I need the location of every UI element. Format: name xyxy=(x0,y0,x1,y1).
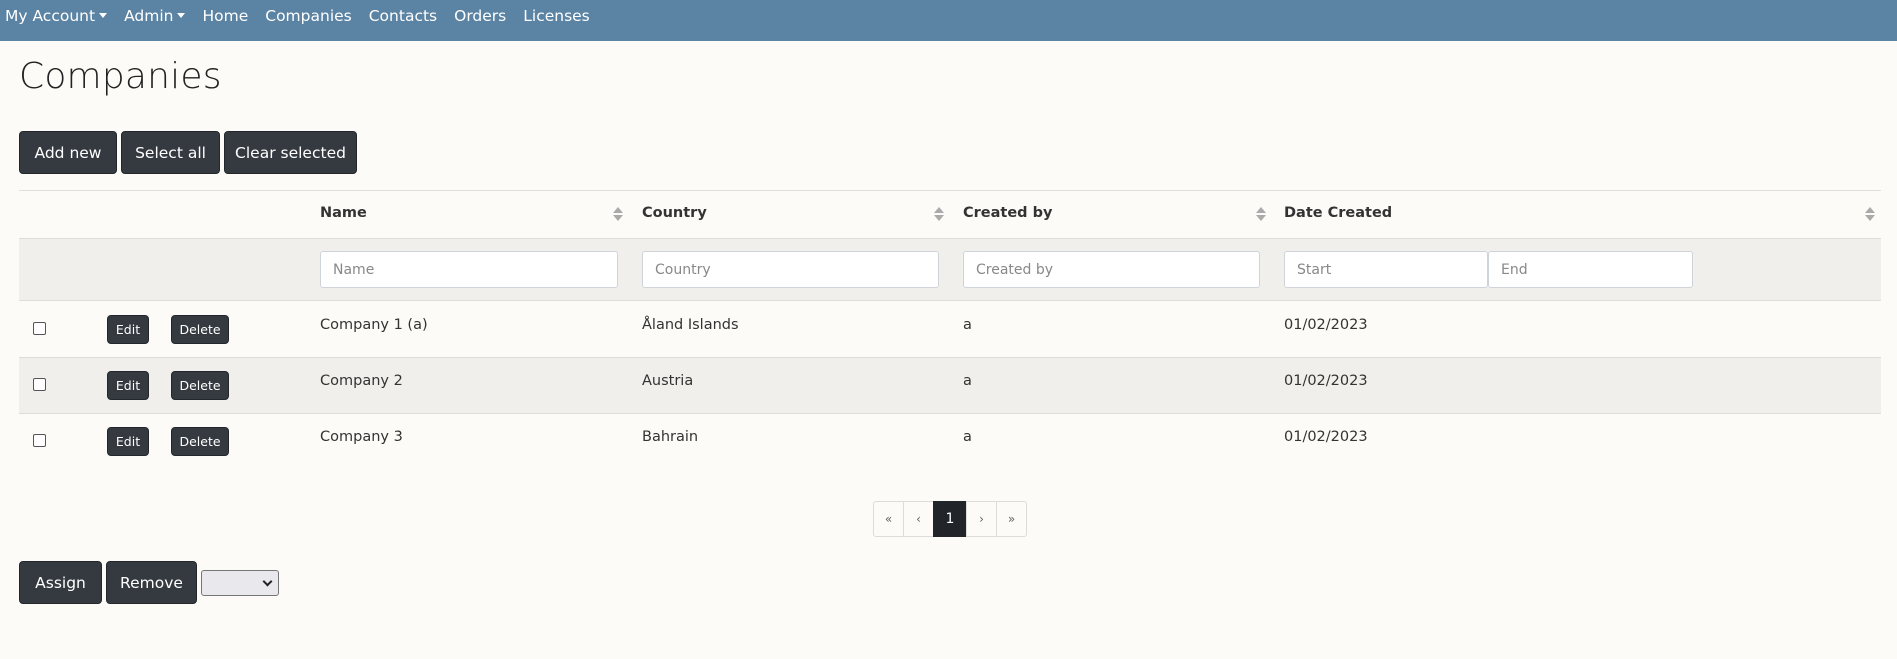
assign-button[interactable]: Assign xyxy=(19,561,102,604)
row-checkbox[interactable] xyxy=(33,378,46,391)
table-row: Edit Delete Company 2 Austria a 01/02/20… xyxy=(19,358,1881,414)
country-filter-input[interactable] xyxy=(642,251,939,288)
nav-companies[interactable]: Companies xyxy=(265,7,351,25)
table-row: Edit Delete Company 3 Bahrain a 01/02/20… xyxy=(19,414,1881,470)
clear-selected-button[interactable]: Clear selected xyxy=(224,131,357,174)
edit-button[interactable]: Edit xyxy=(107,427,149,456)
delete-button[interactable]: Delete xyxy=(171,427,229,456)
row-checkbox[interactable] xyxy=(33,434,46,447)
nav-my-account[interactable]: My Account xyxy=(5,7,108,25)
chevron-down-icon xyxy=(262,576,273,586)
add-new-button[interactable]: Add new xyxy=(19,131,117,174)
page-1-button[interactable]: 1 xyxy=(933,501,967,537)
column-header-name[interactable]: Name xyxy=(320,205,367,221)
nav-home[interactable]: Home xyxy=(202,7,248,25)
sort-icon[interactable] xyxy=(1865,207,1875,223)
nav-orders[interactable]: Orders xyxy=(454,7,506,25)
sort-icon[interactable] xyxy=(613,207,623,223)
cell-name: Company 3 xyxy=(320,429,403,445)
remove-button[interactable]: Remove xyxy=(106,561,197,604)
prev-page-button[interactable]: ‹ xyxy=(903,501,934,537)
cell-created-by: a xyxy=(963,373,972,389)
next-page-button[interactable]: › xyxy=(966,501,997,537)
start-date-filter-input[interactable] xyxy=(1284,251,1488,288)
caret-down-icon xyxy=(99,13,108,18)
cell-created-by: a xyxy=(963,317,972,333)
cell-name: Company 1 (a) xyxy=(320,317,428,333)
table-row: Edit Delete Company 1 (a) Åland Islands … xyxy=(19,302,1881,358)
top-navbar: My Account Admin Home Companies Contacts… xyxy=(0,0,1897,41)
cell-date-created: 01/02/2023 xyxy=(1284,373,1368,389)
assign-target-select[interactable] xyxy=(201,570,279,596)
caret-down-icon xyxy=(177,13,186,18)
column-header-created-by[interactable]: Created by xyxy=(963,205,1052,221)
column-header-date-created[interactable]: Date Created xyxy=(1284,205,1392,221)
nav-admin[interactable]: Admin xyxy=(124,7,186,25)
cell-date-created: 01/02/2023 xyxy=(1284,317,1368,333)
cell-created-by: a xyxy=(963,429,972,445)
cell-country: Åland Islands xyxy=(642,317,739,333)
name-filter-input[interactable] xyxy=(320,251,618,288)
nav-contacts[interactable]: Contacts xyxy=(369,7,437,25)
cell-country: Austria xyxy=(642,373,694,389)
end-date-filter-input[interactable] xyxy=(1488,251,1693,288)
row-checkbox[interactable] xyxy=(33,322,46,335)
first-page-button[interactable]: « xyxy=(873,501,904,537)
edit-button[interactable]: Edit xyxy=(107,371,149,400)
column-header-country[interactable]: Country xyxy=(642,205,707,221)
sort-icon[interactable] xyxy=(934,207,944,223)
cell-country: Bahrain xyxy=(642,429,699,445)
table-header-row: Name Country Created by Date Created xyxy=(19,191,1881,239)
cell-date-created: 01/02/2023 xyxy=(1284,429,1368,445)
delete-button[interactable]: Delete xyxy=(171,371,229,400)
delete-button[interactable]: Delete xyxy=(171,315,229,344)
pagination: « ‹ 1 › » xyxy=(873,501,1027,537)
select-all-button[interactable]: Select all xyxy=(121,131,220,174)
edit-button[interactable]: Edit xyxy=(107,315,149,344)
created-by-filter-input[interactable] xyxy=(963,251,1260,288)
last-page-button[interactable]: » xyxy=(996,501,1027,537)
cell-name: Company 2 xyxy=(320,373,403,389)
nav-licenses[interactable]: Licenses xyxy=(523,7,590,25)
sort-icon[interactable] xyxy=(1256,207,1266,223)
filter-row xyxy=(19,239,1881,301)
page-title: Companies xyxy=(19,56,222,97)
